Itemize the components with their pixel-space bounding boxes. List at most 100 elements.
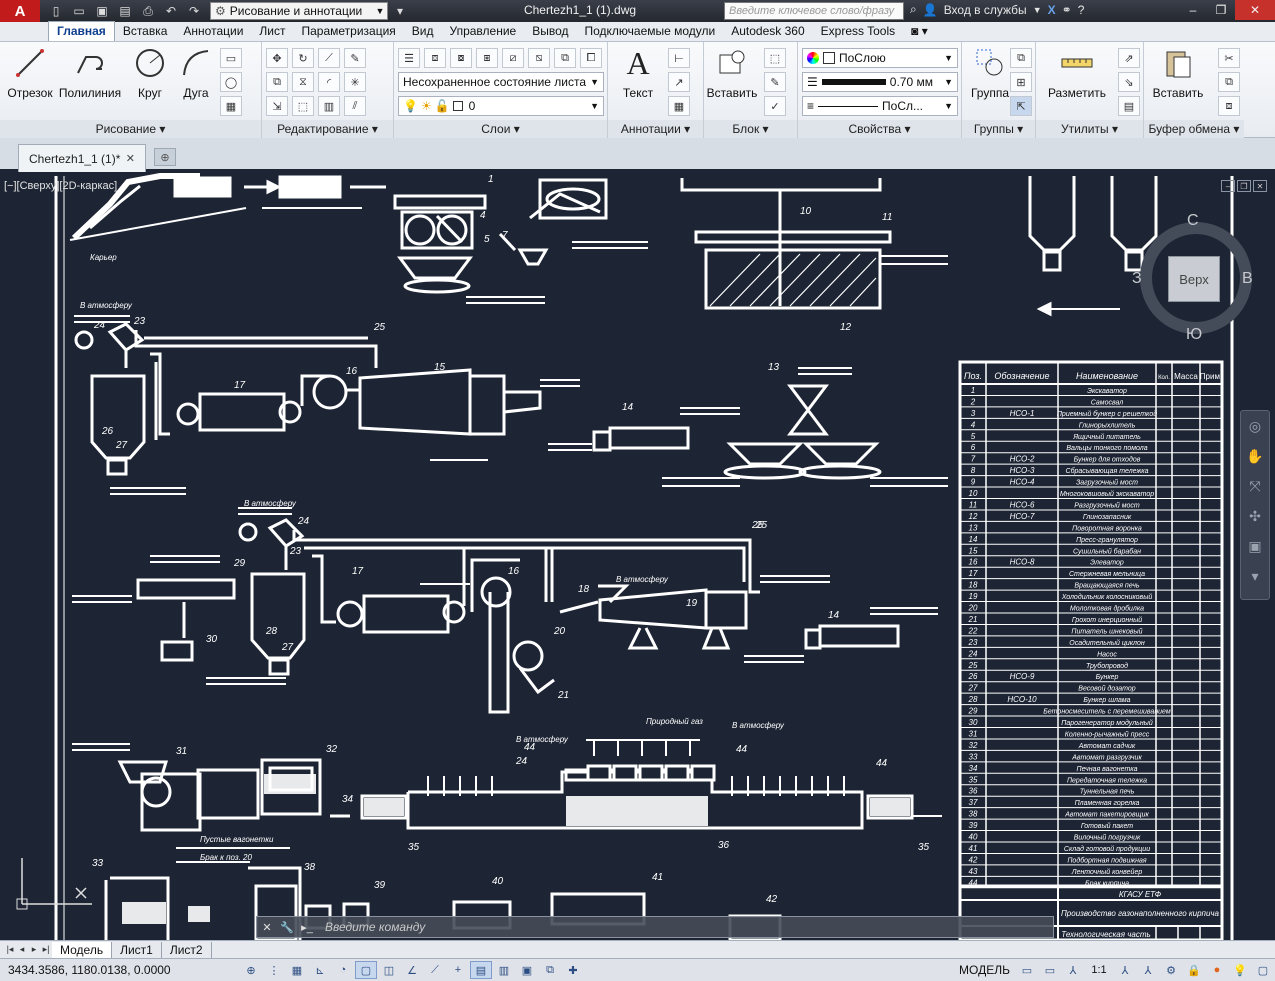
erase-icon[interactable]: ✎	[344, 48, 366, 68]
leader-icon[interactable]: ↗	[668, 72, 690, 92]
viewcube-top-face[interactable]: Верх	[1168, 256, 1220, 302]
line-button[interactable]: Отрезок	[2, 46, 58, 100]
object-snap-icon[interactable]: ▢	[355, 961, 377, 979]
grid-display-icon[interactable]: ▦	[286, 961, 308, 979]
block-group-title[interactable]: Блок ▾	[704, 120, 797, 138]
isolate-objects-icon[interactable]: 💡	[1229, 961, 1251, 979]
lock-ui-icon[interactable]: 🔒	[1183, 961, 1205, 979]
tab-model[interactable]: Модель	[52, 941, 113, 958]
tab-layout[interactable]: Лист	[251, 22, 293, 41]
annotation-monitor-icon[interactable]: ✚	[562, 961, 584, 979]
auto-scale-icon[interactable]: ⅄	[1137, 961, 1159, 979]
tab-home[interactable]: Главная	[48, 21, 115, 41]
wrench-icon[interactable]: 🔧	[277, 917, 297, 937]
viewport-label[interactable]: [−][Сверху][2D-каркас]	[4, 180, 117, 192]
tab-sheet2[interactable]: Лист2	[162, 941, 212, 958]
save-icon[interactable]: ▣	[92, 2, 112, 20]
last-tab-icon[interactable]: ▸|	[40, 944, 52, 955]
lineweight-select[interactable]: ☰ 0.70 мм ▼	[802, 72, 958, 92]
layer-current-icon[interactable]: ⧠	[580, 48, 602, 68]
insert-block-button[interactable]: Вставить	[704, 46, 760, 100]
signin-link[interactable]: Вход в службы	[944, 3, 1027, 17]
compass-south[interactable]: Ю	[1186, 326, 1202, 344]
layer-select[interactable]: 💡 ☀ 🔓 0 ▼	[398, 96, 604, 116]
tab-view[interactable]: Вид	[404, 22, 442, 41]
paste-button[interactable]: Вставить	[1150, 46, 1206, 100]
tab-annotate[interactable]: Аннотации	[175, 22, 251, 41]
redo-icon[interactable]: ↷	[184, 2, 204, 20]
qat-menu-icon[interactable]: ▾	[390, 2, 410, 20]
tab-express-tools[interactable]: Express Tools	[813, 22, 903, 41]
polyline-button[interactable]: Полилиния	[58, 46, 122, 100]
measure-button[interactable]: Разметить	[1042, 46, 1112, 100]
layers-group-title[interactable]: Слои ▾	[394, 120, 607, 138]
ellipse-icon[interactable]: ◯	[220, 72, 242, 92]
layer-walk-icon[interactable]: ⧉	[554, 48, 576, 68]
lineweight-toggle-icon[interactable]: ▤	[470, 961, 492, 979]
draw-group-title[interactable]: Рисование ▾	[0, 120, 261, 138]
workspace-switching-icon[interactable]: ⚙	[1160, 961, 1182, 979]
properties-group-title[interactable]: Свойства ▾	[798, 120, 961, 138]
quick-view-layouts-icon[interactable]: ▭	[1016, 961, 1038, 979]
color-select[interactable]: ПоСлою ▼	[802, 48, 958, 68]
polar-tracking-icon[interactable]: ◔	[332, 961, 354, 979]
layer-off-icon[interactable]: ⧆	[476, 48, 498, 68]
quick-select-icon[interactable]: ⇗	[1118, 48, 1140, 68]
dynamic-ucs-icon[interactable]: ⟋	[424, 961, 446, 979]
tab-output[interactable]: Вывод	[524, 22, 576, 41]
tab-insert[interactable]: Вставка	[115, 22, 176, 41]
tab-autodesk360[interactable]: Autodesk 360	[723, 22, 812, 41]
match-properties-icon[interactable]: ⧈	[1218, 96, 1240, 116]
annotation-scale-value[interactable]: 1:1	[1085, 961, 1113, 979]
utilities-group-title[interactable]: Утилиты ▾	[1036, 120, 1143, 138]
group-edit-icon[interactable]: ⊞	[1010, 72, 1032, 92]
cut-icon[interactable]: ✂	[1218, 48, 1240, 68]
connect-icon[interactable]: ⚭	[1062, 3, 1072, 17]
save-as-icon[interactable]: ▤	[115, 2, 135, 20]
open-file-icon[interactable]: ▭	[69, 2, 89, 20]
quick-properties-icon[interactable]: ▣	[516, 961, 538, 979]
create-block-icon[interactable]: ⬚	[764, 48, 786, 68]
model-space-label[interactable]: МОДЕЛЬ	[953, 963, 1016, 977]
minimize-icon[interactable]: –	[1179, 0, 1207, 20]
undo-icon[interactable]: ↶	[161, 2, 181, 20]
3d-snap-icon[interactable]: ◫	[378, 961, 400, 979]
layer-state-select[interactable]: Несохраненное состояние листа ▼	[398, 72, 604, 92]
print-icon[interactable]: ⎙	[138, 2, 158, 20]
ortho-mode-icon[interactable]: ⊾	[309, 961, 331, 979]
compass-west[interactable]: З	[1132, 270, 1142, 288]
mirror-icon[interactable]: ⧖	[292, 72, 314, 92]
transparency-icon[interactable]: ▥	[493, 961, 515, 979]
fillet-icon[interactable]: ◜	[318, 72, 340, 92]
search-input[interactable]: Введите ключевое слово/фразу	[724, 2, 904, 20]
chevron-down-icon[interactable]: ▼	[1033, 5, 1042, 15]
new-file-icon[interactable]: ▯	[46, 2, 66, 20]
block-attributes-icon[interactable]: ✓	[764, 96, 786, 116]
edit-block-icon[interactable]: ✎	[764, 72, 786, 92]
annotation-visibility-icon[interactable]: ⅄	[1114, 961, 1136, 979]
layer-match-icon[interactable]: ⧈	[424, 48, 446, 68]
minimize-icon[interactable]: –	[1221, 180, 1235, 192]
copy-icon[interactable]: ⧉	[266, 72, 288, 92]
first-tab-icon[interactable]: |◂	[4, 944, 16, 955]
quick-view-drawings-icon[interactable]: ▭	[1039, 961, 1061, 979]
dynamic-input-icon[interactable]: +	[447, 961, 469, 979]
drawing-canvas[interactable]: Поз. Обозначение Наименование Кол. Масса…	[0, 172, 1275, 940]
selection-cycling-icon[interactable]: ⧉	[539, 961, 561, 979]
linetype-select[interactable]: ≡ ПоСл... ▼	[802, 96, 958, 116]
copy-clip-icon[interactable]: ⧉	[1218, 72, 1240, 92]
rectangle-icon[interactable]: ▭	[220, 48, 242, 68]
groups-group-title[interactable]: Группы ▾	[962, 120, 1035, 138]
new-tab-icon[interactable]: ⊕	[154, 148, 176, 166]
trim-icon[interactable]: ⟋	[318, 48, 340, 68]
close-icon[interactable]: ✕	[126, 152, 135, 165]
object-snap-tracking-icon[interactable]: ∠	[401, 961, 423, 979]
close-icon[interactable]: ✕	[1253, 180, 1267, 192]
user-icon[interactable]: 👤	[923, 3, 938, 17]
navbar-menu-icon[interactable]: ▾	[1241, 561, 1269, 591]
ungroup-icon[interactable]: ⧉	[1010, 48, 1032, 68]
restore-icon[interactable]: ❐	[1237, 180, 1251, 192]
tab-manage[interactable]: Управление	[442, 22, 525, 41]
viewcube[interactable]: Верх С Ю В З	[1132, 212, 1258, 348]
annotation-group-title[interactable]: Аннотации ▾	[608, 120, 703, 138]
